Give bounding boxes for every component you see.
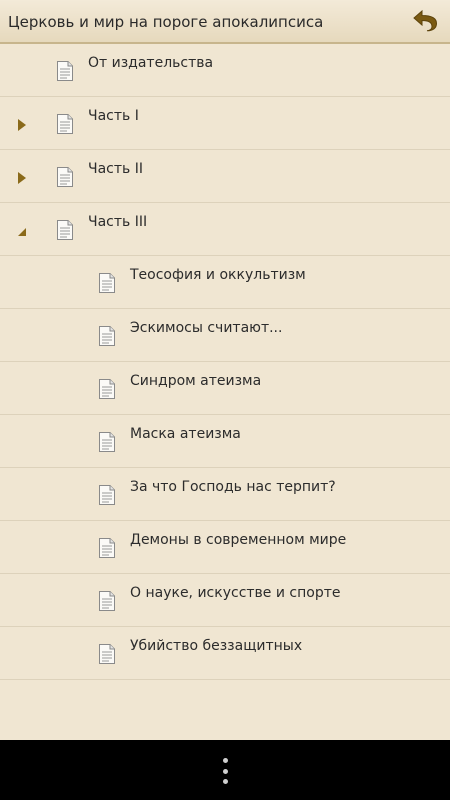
overflow-menu-button[interactable] <box>216 758 234 784</box>
list-item-label: Маска атеизма <box>130 426 241 442</box>
list-item-label: Эскимосы считают... <box>130 320 283 336</box>
back-button[interactable] <box>410 6 440 36</box>
document-icon <box>98 272 116 294</box>
menu-dot <box>222 758 228 763</box>
list-item[interactable]: Синдром атеизма <box>0 362 450 415</box>
list-item-label: Теософия и оккультизм <box>130 267 306 283</box>
document-icon <box>56 60 74 82</box>
action-bar: Церковь и мир на пороге апокалипсиса <box>0 0 450 44</box>
table-of-contents: От издательства Часть I Часть II Часть III Т… <box>0 44 450 680</box>
list-item-label: Часть I <box>88 108 139 124</box>
list-item[interactable]: Убийство беззащитных <box>0 627 450 680</box>
document-icon <box>98 325 116 347</box>
list-item[interactable]: Теософия и оккультизм <box>0 256 450 309</box>
document-icon <box>98 378 116 400</box>
collapsed-arrow-icon[interactable] <box>17 117 27 131</box>
document-icon <box>56 166 74 188</box>
list-item-label: Убийство беззащитных <box>130 638 303 654</box>
document-icon <box>98 537 116 559</box>
menu-dot <box>222 768 228 774</box>
document-icon <box>98 643 116 665</box>
list-item[interactable]: Часть II <box>0 150 450 203</box>
list-item[interactable]: О науке, искусстве и спорте <box>0 574 450 627</box>
list-item-label: За что Господь нас терпит? <box>130 479 336 495</box>
list-item[interactable]: Маска атеизма <box>0 415 450 468</box>
list-item[interactable]: Демоны в современном мире <box>0 521 450 574</box>
collapsed-arrow-icon[interactable] <box>17 170 27 184</box>
list-item[interactable]: От издательства <box>0 44 450 97</box>
expanded-arrow-icon[interactable] <box>17 223 27 237</box>
list-item-label: О науке, искусстве и спорте <box>130 585 341 601</box>
list-item[interactable]: Часть III <box>0 203 450 256</box>
list-item-label: Демоны в современном мире <box>130 532 347 548</box>
menu-dot <box>222 779 228 784</box>
document-icon <box>98 590 116 612</box>
undo-arrow-icon <box>413 9 438 32</box>
document-icon <box>98 484 116 506</box>
list-item-label: От издательства <box>88 55 214 71</box>
document-icon <box>56 219 74 241</box>
list-item-label: Часть II <box>88 161 143 177</box>
document-icon <box>56 113 74 135</box>
list-item[interactable]: Часть I <box>0 97 450 150</box>
list-item[interactable]: Эскимосы считают... <box>0 309 450 362</box>
navigation-bar <box>0 740 450 800</box>
page-title: Церковь и мир на пороге апокалипсиса <box>8 13 324 31</box>
list-item[interactable]: За что Господь нас терпит? <box>0 468 450 521</box>
list-item-label: Синдром атеизма <box>130 373 262 389</box>
list-item-label: Часть III <box>88 214 148 230</box>
document-icon <box>98 431 116 453</box>
